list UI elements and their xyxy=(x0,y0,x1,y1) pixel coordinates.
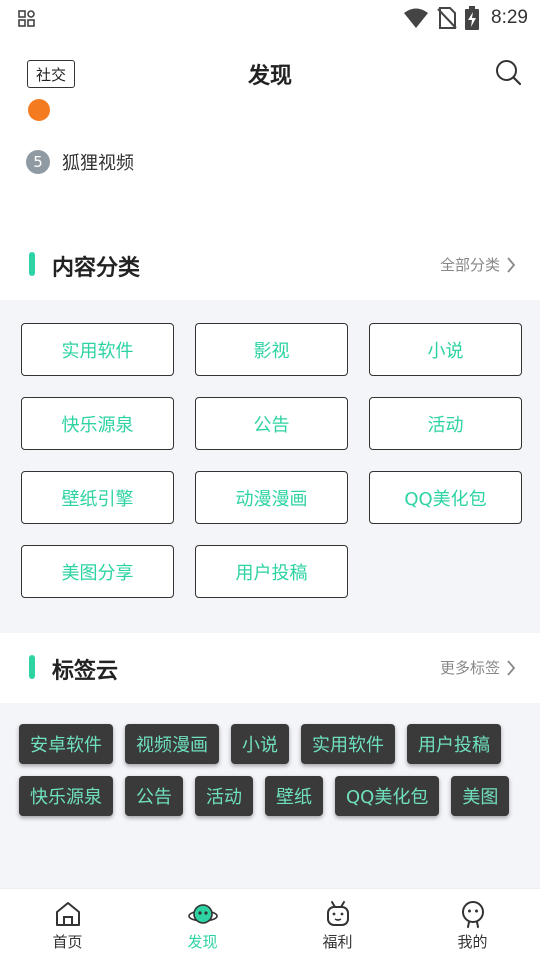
nav-item-welfare[interactable]: 福利 xyxy=(270,889,405,960)
nav-label-discover: 发现 xyxy=(187,933,218,951)
category-section-title: 内容分类 xyxy=(52,256,141,281)
chevron-right-icon xyxy=(507,659,516,676)
status-time: 8:29 xyxy=(491,7,528,28)
tag-chip[interactable]: 视频漫画 xyxy=(125,724,219,764)
ranking-list: 5 狐狸视频 xyxy=(0,99,540,231)
notification-grid-icon xyxy=(18,10,35,27)
nav-item-discover[interactable]: 发现 xyxy=(135,889,270,960)
tag-chip[interactable]: 安卓软件 xyxy=(19,724,113,764)
category-section-header: 内容分类 全部分类 xyxy=(0,230,540,300)
section-accent-bar xyxy=(29,655,35,679)
tag-chip[interactable]: 美图 xyxy=(451,776,510,816)
category-button[interactable]: 小说 xyxy=(369,323,522,376)
category-button[interactable]: 动漫漫画 xyxy=(195,471,348,524)
tag-chip[interactable]: 实用软件 xyxy=(301,724,395,764)
tag-cloud: 安卓软件 视频漫画 小说 实用软件 用户投稿快乐源泉 公告 活动 壁纸 QQ美化包 美图 xyxy=(19,724,519,816)
category-button[interactable]: 快乐源泉 xyxy=(21,397,174,450)
nav-item-mine[interactable]: 我的 xyxy=(405,889,540,960)
chevron-right-icon xyxy=(507,256,516,273)
wifi-icon xyxy=(404,8,429,28)
tag-chip[interactable]: QQ美化包 xyxy=(335,776,440,816)
category-button[interactable]: 影视 xyxy=(195,323,348,376)
no-sim-icon xyxy=(437,7,457,29)
gift-icon xyxy=(326,901,349,926)
more-tags-link[interactable]: 更多标签 xyxy=(440,657,516,678)
category-button[interactable]: QQ美化包 xyxy=(369,471,522,524)
tag-chip[interactable]: 活动 xyxy=(195,776,253,816)
tag-chip[interactable]: 快乐源泉 xyxy=(19,776,113,816)
home-icon xyxy=(55,902,80,926)
category-button[interactable]: 活动 xyxy=(369,397,522,450)
tag-chip[interactable]: 用户投稿 xyxy=(407,724,501,764)
tag-chip[interactable]: 壁纸 xyxy=(265,776,323,816)
category-grid: 实用软件 影视 小说快乐源泉 公告 活动壁纸引擎 动漫漫画 QQ美化包美图分享 用户投稿 xyxy=(21,323,522,598)
tag-chip[interactable]: 公告 xyxy=(125,776,183,816)
app-header: 社交 发现 xyxy=(0,36,540,111)
status-bar: 8:29 xyxy=(0,0,540,36)
rank-number-badge: 5 xyxy=(26,150,50,174)
tag-section-header: 标签云 更多标签 xyxy=(0,633,540,703)
more-tags-label: 更多标签 xyxy=(439,659,500,677)
nav-item-home[interactable]: 首页 xyxy=(0,889,135,960)
all-categories-link[interactable]: 全部分类 xyxy=(440,254,516,275)
ranking-item[interactable]: 5 狐狸视频 xyxy=(26,149,134,175)
tag-chip[interactable]: 小说 xyxy=(231,724,289,764)
profile-icon xyxy=(461,901,484,928)
category-button[interactable]: 用户投稿 xyxy=(195,545,348,598)
nav-label-home: 首页 xyxy=(52,933,83,951)
rank-badge-partial xyxy=(28,99,50,121)
nav-label-mine: 我的 xyxy=(457,933,488,951)
section-accent-bar xyxy=(29,252,35,276)
discover-planet-icon xyxy=(187,904,218,924)
tag-section-title: 标签云 xyxy=(52,659,119,684)
ranking-item-label: 狐狸视频 xyxy=(62,153,134,174)
category-button[interactable]: 美图分享 xyxy=(21,545,174,598)
category-button[interactable]: 公告 xyxy=(195,397,348,450)
category-button[interactable]: 实用软件 xyxy=(21,323,174,376)
nav-label-welfare: 福利 xyxy=(322,933,353,951)
page-title: 发现 xyxy=(247,64,292,89)
battery-charging-icon xyxy=(465,6,480,30)
all-categories-label: 全部分类 xyxy=(439,256,500,274)
category-button[interactable]: 壁纸引擎 xyxy=(21,471,174,524)
search-icon[interactable] xyxy=(494,58,522,86)
bottom-nav: 首页 发现 福利 我的 xyxy=(0,888,540,960)
